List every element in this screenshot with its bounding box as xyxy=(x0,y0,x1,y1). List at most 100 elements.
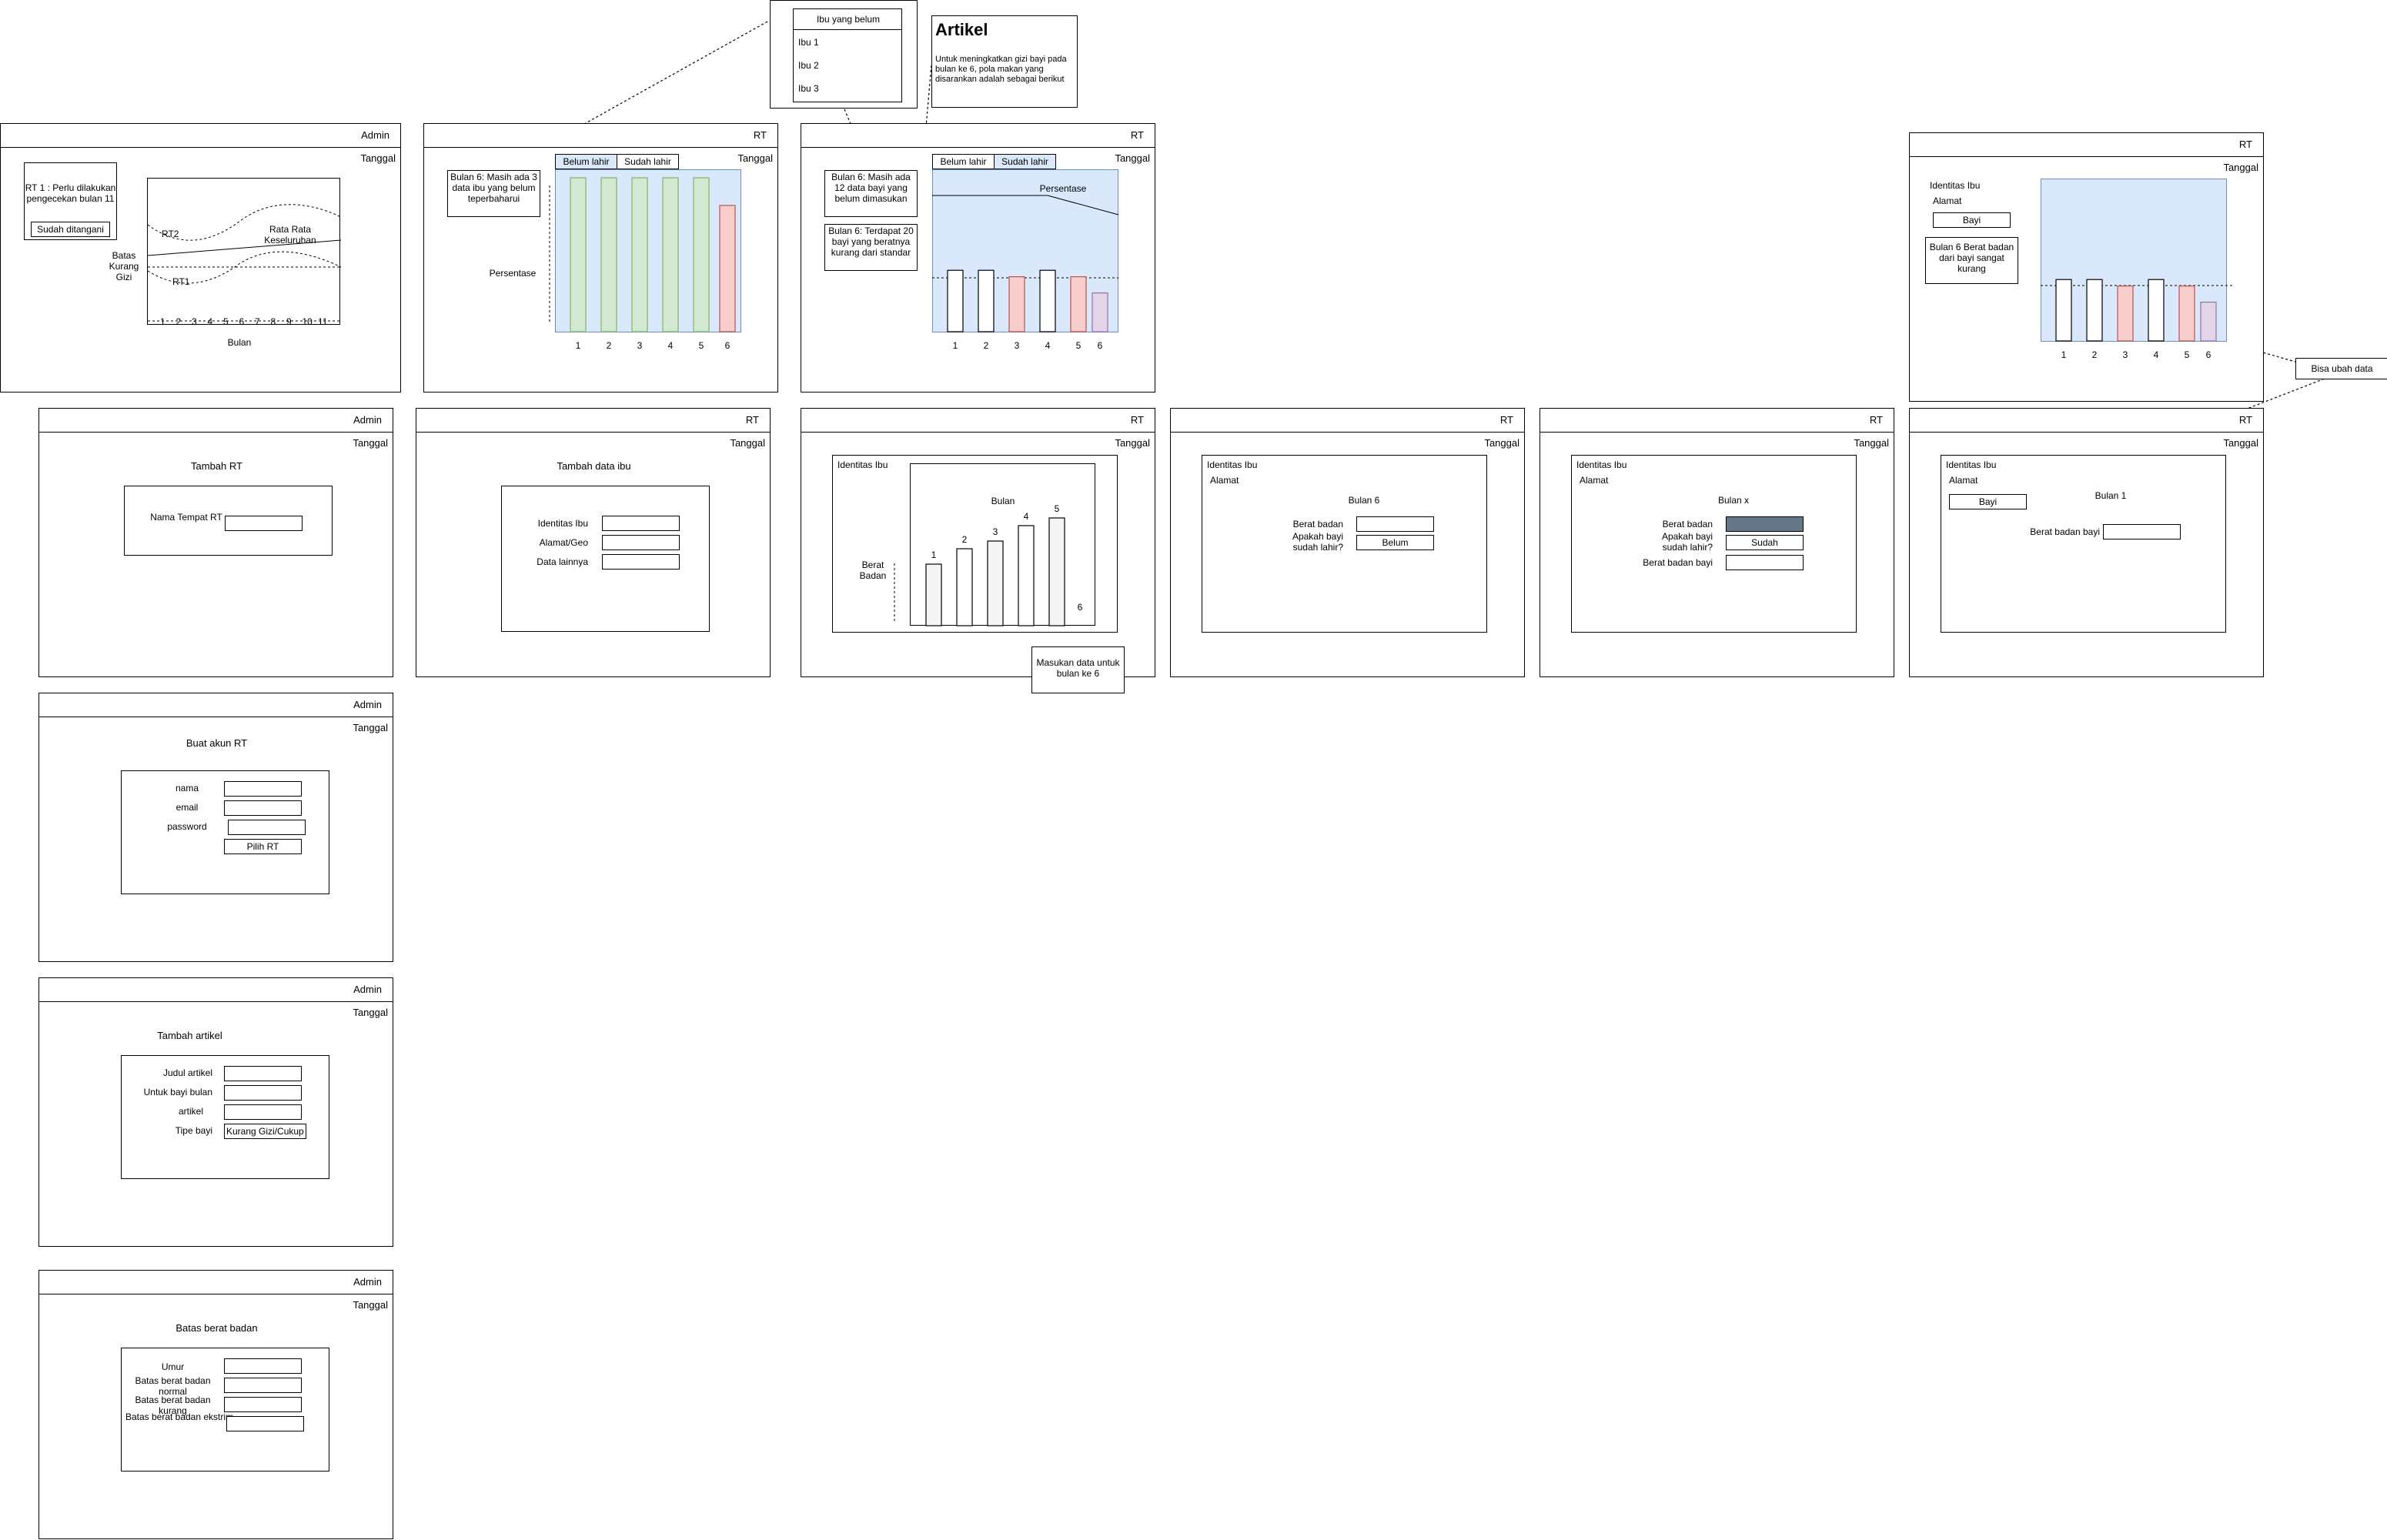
bar-chart-unborn: 1 2 3 4 5 6 xyxy=(570,177,736,351)
callout-text: Masukan data untuk bulan ke 6 xyxy=(1036,657,1120,679)
date-label: Tanggal xyxy=(1854,437,1889,449)
x-tick-label: 5 xyxy=(1076,340,1082,351)
x-tick-label: 3 xyxy=(1015,340,1020,351)
field-label: Berat badan xyxy=(1292,519,1343,529)
bar xyxy=(1048,517,1065,626)
x-ticks: 1 2 3 4 5 6 7 8 9 10 11 xyxy=(148,316,341,327)
form-box: nama email password Pilih RT xyxy=(121,770,329,894)
frame-header xyxy=(1540,409,1894,433)
password-input[interactable] xyxy=(228,820,306,835)
mother-address: Alamat xyxy=(1580,475,1609,486)
mother-item[interactable]: Ibu 2 xyxy=(798,60,819,72)
role-label: RT xyxy=(1499,414,1513,426)
mother-item[interactable]: Ibu 1 xyxy=(798,37,819,48)
baby-weight-input[interactable] xyxy=(2103,524,2181,540)
baby-detail-frame: RT Tanggal Identitas Ibu Alamat Bayi Bul… xyxy=(1909,132,2264,402)
field-label: nama xyxy=(175,783,199,793)
baby-weight-input[interactable] xyxy=(1726,555,1804,570)
date-label: Tanggal xyxy=(2223,437,2258,449)
field-label: artikel xyxy=(178,1106,203,1117)
date-label: Tanggal xyxy=(1484,437,1519,449)
add-rt-frame: Admin Tanggal Tambah RT Nama Tempat RT xyxy=(38,408,393,677)
rt-name-input[interactable] xyxy=(225,516,303,531)
x-tick-label: 4 xyxy=(1045,340,1051,351)
born-select[interactable]: Belum xyxy=(1356,535,1434,550)
under-limit-input[interactable] xyxy=(224,1397,302,1412)
x-tick-label: 4 xyxy=(2154,349,2159,360)
bar-label: 1 xyxy=(931,550,937,560)
bar xyxy=(1018,525,1035,626)
baby-button[interactable]: Bayi xyxy=(1949,494,2027,509)
mother-item[interactable]: Ibu 3 xyxy=(798,83,819,95)
bar xyxy=(947,269,964,332)
other-data-input[interactable] xyxy=(602,554,680,570)
series-label-rt1: RT1 xyxy=(172,276,190,287)
email-input[interactable] xyxy=(224,800,302,816)
bar xyxy=(2086,279,2103,342)
detail-box: Identitas Ibu Berat Badan Bulan 123456 xyxy=(832,455,1118,633)
bar xyxy=(2200,302,2217,342)
mother-identity-input[interactable] xyxy=(602,516,680,531)
name-input[interactable] xyxy=(224,781,302,797)
add-mother-frame: RT Tanggal Tambah data ibu Identitas Ibu… xyxy=(416,408,771,677)
month-label: Bulan x xyxy=(1717,495,1750,506)
role-label: RT xyxy=(2238,414,2252,426)
mother-identity: Identitas Ibu xyxy=(1207,459,1258,470)
chart-box: Bulan 123456 xyxy=(910,463,1095,626)
frame-header xyxy=(1910,409,2263,433)
bar xyxy=(1092,292,1108,332)
bar xyxy=(2178,286,2195,342)
date-label: Tanggal xyxy=(730,437,765,449)
baby-month-input[interactable] xyxy=(224,1085,302,1101)
handled-button[interactable]: Sudah ditangani xyxy=(31,222,110,237)
weight-input[interactable] xyxy=(1726,516,1804,532)
address-input[interactable] xyxy=(602,535,680,550)
frame-header xyxy=(39,1271,393,1294)
page-title: Tambah RT xyxy=(191,460,242,472)
bar xyxy=(925,563,942,626)
role-label: RT xyxy=(1130,414,1144,426)
date-label: Tanggal xyxy=(353,722,388,733)
bar-label: 3 xyxy=(993,526,998,537)
weight-input[interactable] xyxy=(1356,516,1434,532)
page-title: Batas berat badan xyxy=(176,1322,258,1334)
create-rt-account-frame: Admin Tanggal Buat akun RT nama email pa… xyxy=(38,693,393,962)
x-tick-label: 11 xyxy=(318,316,328,327)
x-tick-label: 5 xyxy=(699,340,704,351)
alert-box: RT 1 : Perlu dilakukan pengecekan bulan … xyxy=(24,162,117,240)
x-tick-label: 1 xyxy=(2061,349,2067,360)
field-label: Untuk bayi bulan xyxy=(143,1087,212,1097)
month-label: Bulan 1 xyxy=(2094,490,2127,501)
field-label: password xyxy=(167,821,207,832)
date-label: Tanggal xyxy=(1115,437,1150,449)
x-tick-label: 6 xyxy=(1098,340,1103,351)
monthx-form-frame: RT Tanggal Identitas Ibu Alamat Bulan x … xyxy=(1540,408,1894,677)
article-title-input[interactable] xyxy=(224,1066,302,1081)
frame-header xyxy=(39,409,393,433)
age-input[interactable] xyxy=(224,1358,302,1374)
role-label: Admin xyxy=(353,414,382,426)
month6-form-frame: RT Tanggal Identitas Ibu Alamat Bulan 6 … xyxy=(1170,408,1525,677)
frame-header xyxy=(416,409,770,433)
bar xyxy=(987,540,1004,626)
article-title: Artikel xyxy=(935,20,988,39)
pick-rt-button[interactable]: Pilih RT xyxy=(224,839,302,854)
page-title: Tambah artikel xyxy=(157,1030,222,1041)
mother-address: Alamat xyxy=(1949,475,1978,486)
field-label: Umur xyxy=(161,1361,185,1372)
x-tick-label: 5 xyxy=(223,316,229,327)
role-label: RT xyxy=(745,414,759,426)
extreme-limit-input[interactable] xyxy=(226,1416,304,1431)
form-box: Identitas Ibu Alamat/Geo Data lainnya xyxy=(501,486,710,632)
normal-limit-input[interactable] xyxy=(224,1378,302,1393)
x-tick-label: 3 xyxy=(637,340,643,351)
x-tick-label: 4 xyxy=(207,316,213,327)
baby-type-select[interactable]: Kurang Gizi/Cukup xyxy=(224,1124,306,1139)
field-label: Alamat/Geo xyxy=(539,537,588,548)
born-select[interactable]: Sudah xyxy=(1726,535,1804,550)
field-label: Apakah bayi sudah lahir? xyxy=(1292,531,1343,553)
x-tick-label: 2 xyxy=(607,340,612,351)
field-label: Judul artikel xyxy=(162,1067,212,1078)
article-body-input[interactable] xyxy=(224,1104,302,1120)
x-tick-label: 3 xyxy=(2123,349,2128,360)
